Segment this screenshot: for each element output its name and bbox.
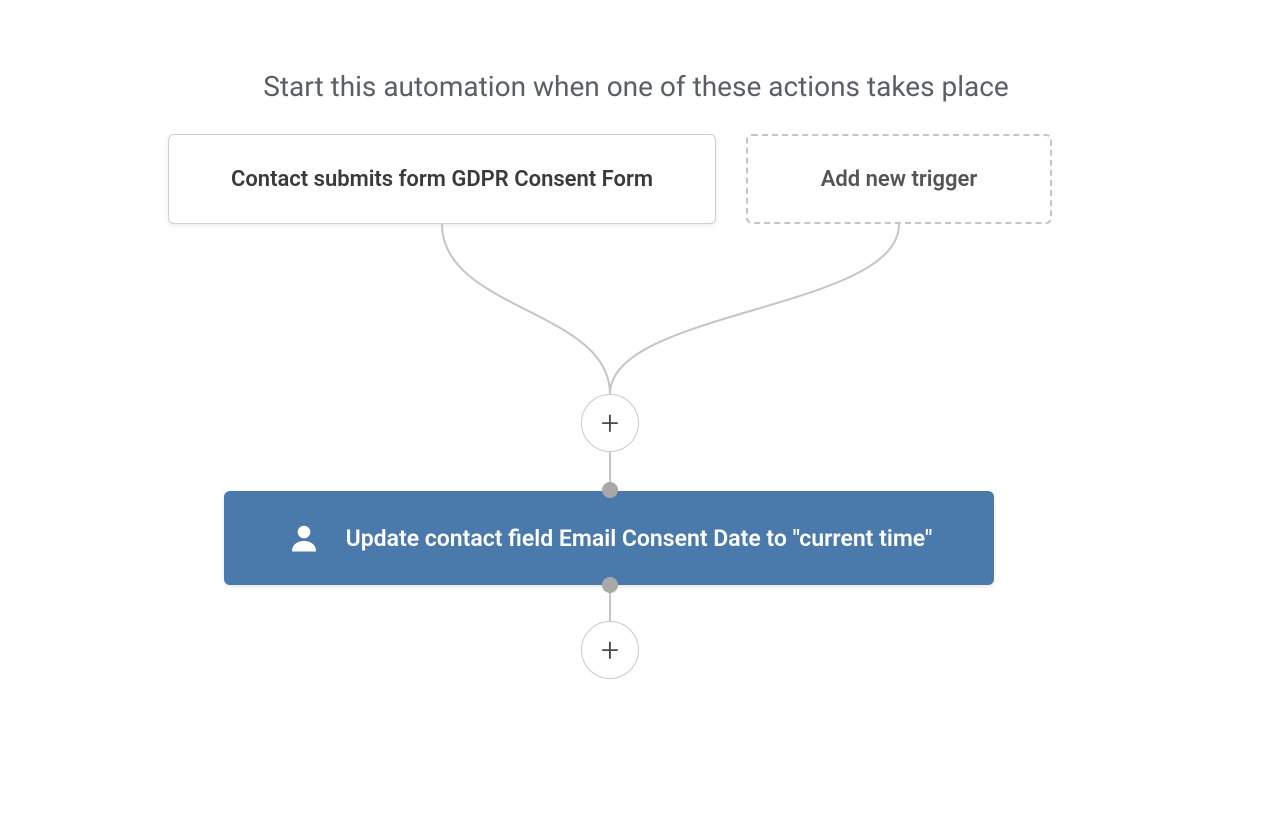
plus-icon: + bbox=[601, 634, 619, 666]
add-step-button-top[interactable]: + bbox=[581, 394, 639, 452]
plus-icon: + bbox=[601, 407, 619, 439]
trigger-existing-label: Contact submits form GDPR Consent Form bbox=[231, 167, 653, 192]
add-trigger-button[interactable]: Add new trigger bbox=[746, 134, 1052, 224]
add-trigger-label: Add new trigger bbox=[821, 167, 978, 192]
trigger-existing[interactable]: Contact submits form GDPR Consent Form bbox=[168, 134, 716, 224]
add-step-button-bottom[interactable]: + bbox=[581, 621, 639, 679]
automation-canvas: Start this automation when one of these … bbox=[0, 0, 1272, 836]
person-icon bbox=[286, 520, 322, 556]
action-update-contact[interactable]: Update contact field Email Consent Date … bbox=[224, 491, 994, 585]
connector-dot-bottom bbox=[602, 577, 618, 593]
automation-header: Start this automation when one of these … bbox=[0, 70, 1272, 103]
connector-dot-top bbox=[602, 482, 618, 498]
action-label: Update contact field Email Consent Date … bbox=[346, 525, 933, 552]
